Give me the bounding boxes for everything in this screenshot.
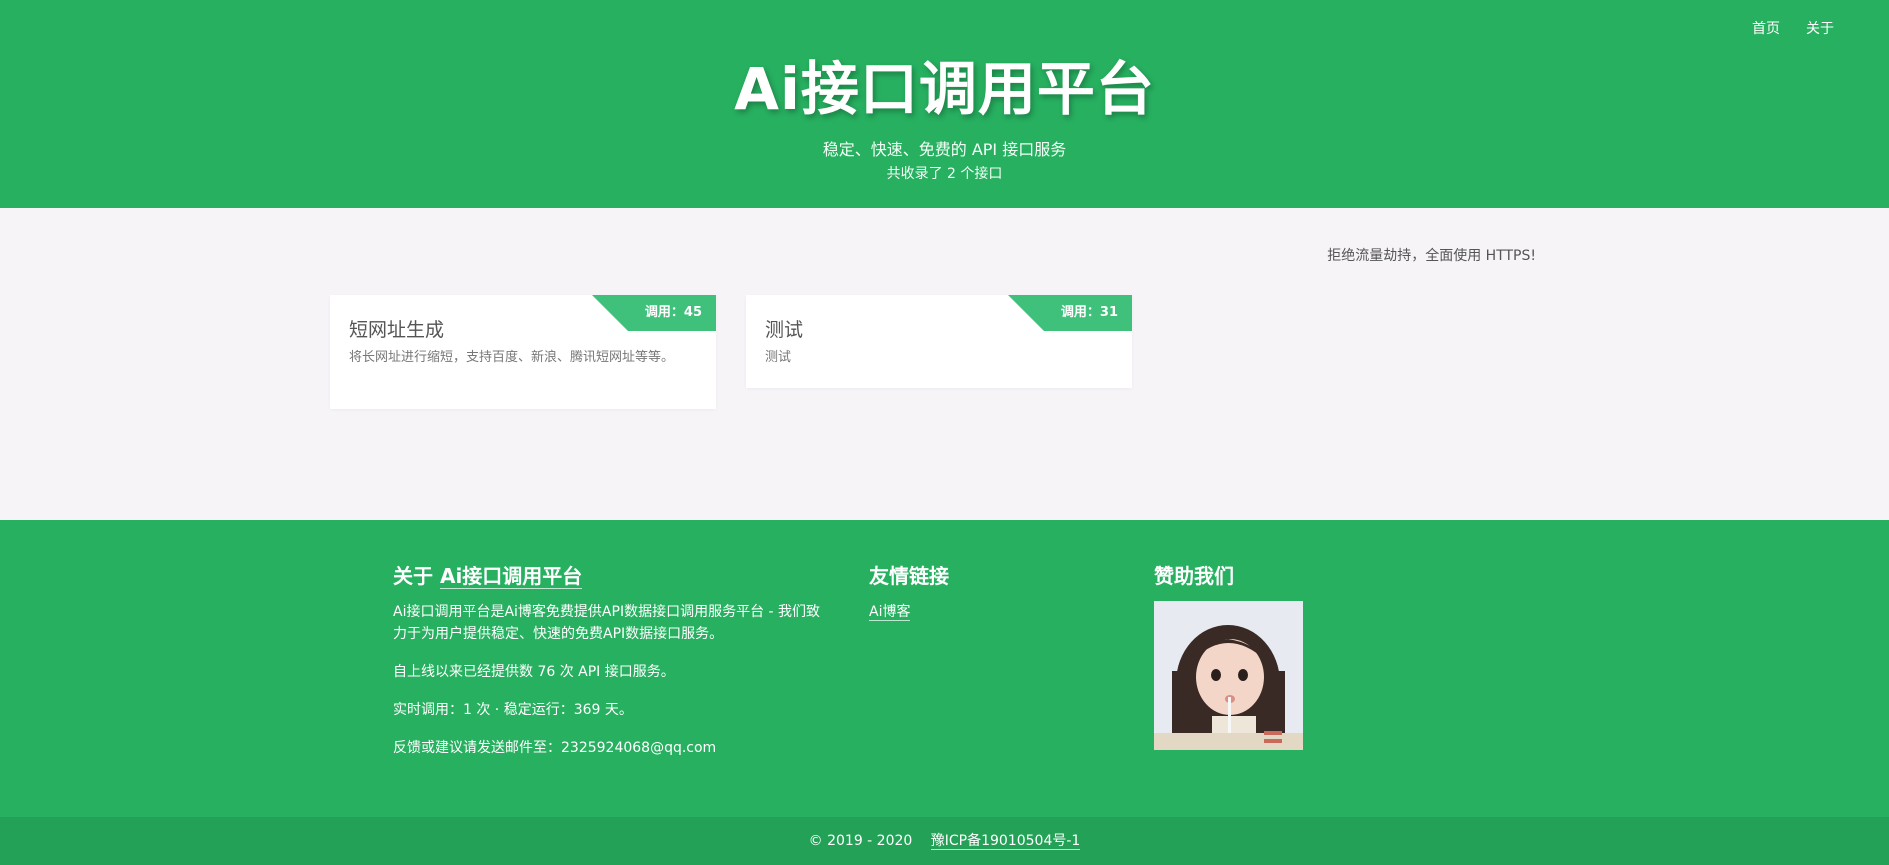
call-count-badge: 调用：45 (592, 295, 716, 331)
footer-about: 关于 Ai接口调用平台 Ai接口调用平台是Ai博客免费提供API数据接口调用服务… (393, 560, 823, 775)
footer-sponsor-title: 赞助我们 (1154, 564, 1234, 588)
hero-title: Ai接口调用平台 (734, 55, 1155, 123)
copyright-text: © 2019 - 2020 (808, 833, 913, 849)
footer-about-contact: 反馈或建议请发送邮件至：2325924068@qq.com (393, 740, 717, 756)
https-notice: 拒绝流量劫持，全面使用 HTTPS! (1327, 248, 1536, 264)
nav-home-link[interactable]: 首页 (1752, 18, 1780, 38)
hero-api-count: 共收录了 2 个接口 (886, 166, 1003, 182)
footer-links-title: 友情链接 (869, 564, 949, 588)
sponsor-photo-illustration (1154, 601, 1303, 750)
footer-about-intro: Ai接口调用平台是Ai博客免费提供API数据接口调用服务平台 - 我们致力于为用… (393, 604, 821, 642)
api-card-desc: 将长网址进行缩短，支持百度、新浪、腾讯短网址等等。 (349, 350, 675, 365)
api-card-test[interactable]: 调用：31 测试 测试 (746, 295, 1132, 388)
footer-links: 友情链接 Ai博客 (869, 560, 1109, 621)
copyright-bar: © 2019 - 2020 豫ICP备19010504号-1 (0, 817, 1889, 865)
main-content: 拒绝流量劫持，全面使用 HTTPS! 调用：45 短网址生成 将长网址进行缩短，… (0, 208, 1889, 520)
api-card-desc: 测试 (765, 350, 792, 365)
footer-about-uptime: 实时调用：1 次 · 稳定运行：369 天。 (393, 702, 633, 718)
top-nav: 首页 关于 (1752, 18, 1834, 38)
api-card-title: 短网址生成 (349, 319, 445, 341)
icp-link[interactable]: 豫ICP备19010504号-1 (930, 833, 1081, 850)
api-card-title: 测试 (765, 319, 804, 341)
site-footer: 关于 Ai接口调用平台 Ai接口调用平台是Ai博客免费提供API数据接口调用服务… (0, 520, 1889, 817)
footer-about-title-brand: Ai接口调用平台 (439, 564, 583, 589)
footer-about-served: 自上线以来已经提供数 76 次 API 接口服务。 (393, 664, 675, 680)
footer-about-title: 关于 Ai接口调用平台 (393, 560, 823, 589)
footer-sponsor: 赞助我们 (1154, 560, 1354, 750)
call-count-badge: 调用：31 (1008, 295, 1132, 331)
nav-about-link[interactable]: 关于 (1806, 18, 1834, 38)
sponsor-photo (1154, 601, 1303, 750)
site-header: 首页 关于 Ai接口调用平台 稳定、快速、免费的 API 接口服务 共收录了 2… (0, 0, 1889, 208)
hero-subtitle: 稳定、快速、免费的 API 接口服务 (822, 140, 1067, 159)
footer-about-title-prefix: 关于 (393, 564, 440, 588)
api-card-short-url[interactable]: 调用：45 短网址生成 将长网址进行缩短，支持百度、新浪、腾讯短网址等等。 (330, 295, 716, 409)
friend-link-ai-blog[interactable]: Ai博客 (869, 604, 911, 621)
